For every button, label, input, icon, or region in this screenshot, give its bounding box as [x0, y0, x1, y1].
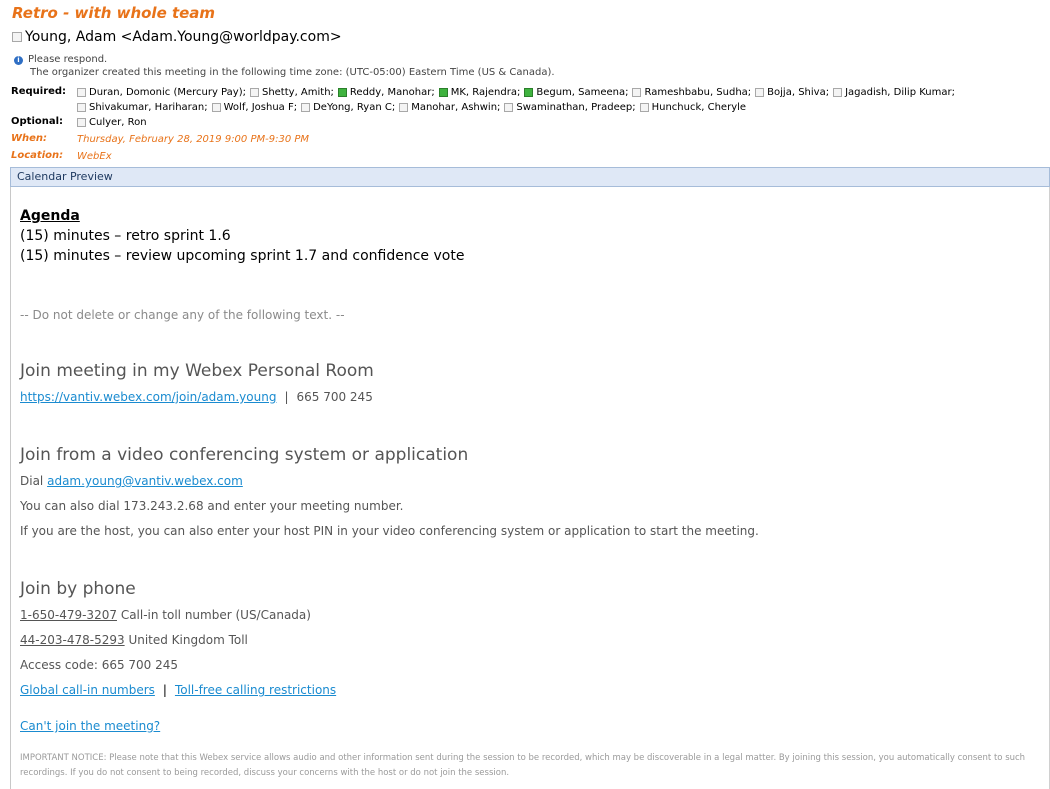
organizer[interactable]: Young, Adam <Adam.Young@worldpay.com> [12, 29, 342, 45]
agenda-title: Agenda [20, 208, 80, 224]
attendee-name: MK, Rajendra; [450, 87, 521, 98]
accepted-status-icon [438, 88, 448, 97]
required-label: Required: [11, 86, 67, 97]
accepted-status-icon [524, 88, 534, 97]
agenda-item: (15) minutes – review upcoming sprint 1.… [20, 248, 465, 264]
attendee-name: Manohar, Ashwin; [411, 102, 501, 113]
phone-links-line: Global call-in numbers | Toll-free calling… [20, 683, 336, 697]
info-notice: i Please respond. The organizer created t… [14, 53, 555, 79]
attendee-name: DeYong, Ryan C; [313, 102, 396, 113]
attendee-name: Culyer, Ron [89, 117, 147, 128]
attendee-name: Shivakumar, Hariharan; [89, 102, 208, 113]
attendee-name: Jagadish, Dilip Kumar; [845, 87, 955, 98]
attendee[interactable]: Bojja, Shiva; [755, 86, 829, 99]
attendee[interactable]: Duran, Domonic (Mercury Pay); [77, 86, 246, 99]
location-value: WebEx [77, 151, 112, 162]
video-ip-line: You can also dial 173.243.2.68 and enter… [20, 499, 404, 513]
attendee-name: Bojja, Shiva; [767, 87, 830, 98]
phone-number-uk[interactable]: 44-203-478-5293 [20, 633, 125, 647]
video-dial-line: Dial adam.young@vantiv.webex.com [20, 474, 243, 488]
no-response-status-icon [833, 88, 843, 97]
attendee[interactable]: Reddy, Manohar; [337, 86, 435, 99]
attendee[interactable]: Manohar, Ashwin; [399, 101, 500, 114]
phone-number-us[interactable]: 1-650-479-3207 [20, 608, 117, 622]
attendee[interactable]: Begum, Sameena; [524, 86, 628, 99]
attendee-name: Begum, Sameena; [536, 87, 629, 98]
phone-line-us: 1-650-479-3207 Call-in toll number (US/C… [20, 608, 311, 622]
info-line-respond: Please respond. [28, 54, 108, 65]
attendee[interactable]: Rameshbabu, Sudha; [632, 86, 751, 99]
agenda-item: (15) minutes – retro sprint 1.6 [20, 228, 231, 244]
location-label: Location: [11, 150, 64, 161]
when-label: When: [11, 133, 48, 144]
no-response-status-icon [77, 103, 86, 112]
required-attendees: Duran, Domonic (Mercury Pay); Shetty, Ami… [77, 86, 1037, 116]
phone-line-uk: 44-203-478-5293 United Kingdom Toll [20, 633, 248, 647]
attendee[interactable]: Hunchuck, Cheryle [639, 101, 747, 114]
optional-label: Optional: [11, 116, 64, 127]
recording-notice: IMPORTANT NOTICE: Please note that this … [20, 753, 1026, 778]
phone-heading: Join by phone [20, 579, 136, 599]
personal-room-line: https://vantiv.webex.com/join/adam.young… [20, 390, 373, 404]
no-response-status-icon [301, 103, 311, 112]
personal-room-heading: Join meeting in my Webex Personal Room [20, 361, 374, 381]
no-response-status-icon [77, 88, 86, 97]
meeting-subject: Retro - with whole team [12, 4, 216, 22]
attendee-name: Duran, Domonic (Mercury Pay); [89, 87, 246, 98]
attendee[interactable]: Jagadish, Dilip Kumar; [833, 86, 955, 99]
attendee[interactable]: MK, Rajendra; [438, 86, 521, 99]
info-icon: i [14, 56, 23, 65]
attendee[interactable]: Shivakumar, Hariharan; [77, 101, 208, 114]
organizer-name: Young, Adam <Adam.Young@worldpay.com> [25, 29, 342, 45]
cant-join-link[interactable]: Can't join the meeting? [20, 719, 160, 733]
do-not-delete-note: -- Do not delete or change any of the fo… [20, 308, 345, 322]
no-response-status-icon [639, 103, 649, 112]
access-code: Access code: 665 700 245 [20, 658, 179, 672]
attendee[interactable]: Swaminathan, Pradeep; [504, 101, 636, 114]
attendee-name: Hunchuck, Cheryle [651, 102, 747, 113]
when-value: Thursday, February 28, 2019 9:00 PM-9:30… [77, 134, 310, 145]
personal-room-link[interactable]: https://vantiv.webex.com/join/adam.young [20, 390, 276, 404]
phone-desc-us: Call-in toll number (US/Canada) [120, 608, 311, 622]
separator: | [284, 390, 289, 404]
no-response-status-icon [249, 88, 259, 97]
no-response-status-icon [755, 88, 765, 97]
no-response-status-icon [399, 103, 409, 112]
attendee-name: Wolf, Joshua F; [223, 102, 298, 113]
dial-prefix: Dial [20, 474, 44, 488]
meeting-number: 665 700 245 [296, 390, 373, 404]
video-host-pin-line: If you are the host, you can also enter … [20, 524, 759, 538]
info-line-timezone: The organizer created this meeting in th… [30, 67, 555, 78]
attendee[interactable]: DeYong, Ryan C; [301, 101, 395, 114]
attendee[interactable]: Wolf, Joshua F; [211, 101, 298, 114]
accepted-status-icon [337, 88, 347, 97]
attendee[interactable]: Shetty, Amith; [249, 86, 334, 99]
organizer-status-icon [12, 32, 22, 42]
no-response-status-icon [77, 118, 86, 127]
video-dial-link[interactable]: adam.young@vantiv.webex.com [47, 474, 243, 488]
optional-attendees: Culyer, Ron [77, 116, 1037, 131]
attendee-name: Swaminathan, Pradeep; [516, 102, 636, 113]
attendee-name: Rameshbabu, Sudha; [644, 87, 752, 98]
cant-join-line: Can't join the meeting? [20, 719, 160, 733]
no-response-status-icon [632, 88, 642, 97]
video-heading: Join from a video conferencing system or… [20, 445, 469, 465]
phone-desc-uk: United Kingdom Toll [128, 633, 248, 647]
no-response-status-icon [504, 103, 514, 112]
global-call-in-link[interactable]: Global call-in numbers [20, 683, 155, 697]
no-response-status-icon [211, 103, 221, 112]
attendee-name: Shetty, Amith; [261, 87, 334, 98]
message-body [10, 187, 1050, 789]
attendee[interactable]: Culyer, Ron [77, 116, 147, 129]
separator: | [162, 683, 167, 697]
calendar-preview-bar[interactable]: Calendar Preview [10, 167, 1050, 187]
toll-free-restrictions-link[interactable]: Toll-free calling restrictions [175, 683, 336, 697]
attendee-name: Reddy, Manohar; [349, 87, 435, 98]
